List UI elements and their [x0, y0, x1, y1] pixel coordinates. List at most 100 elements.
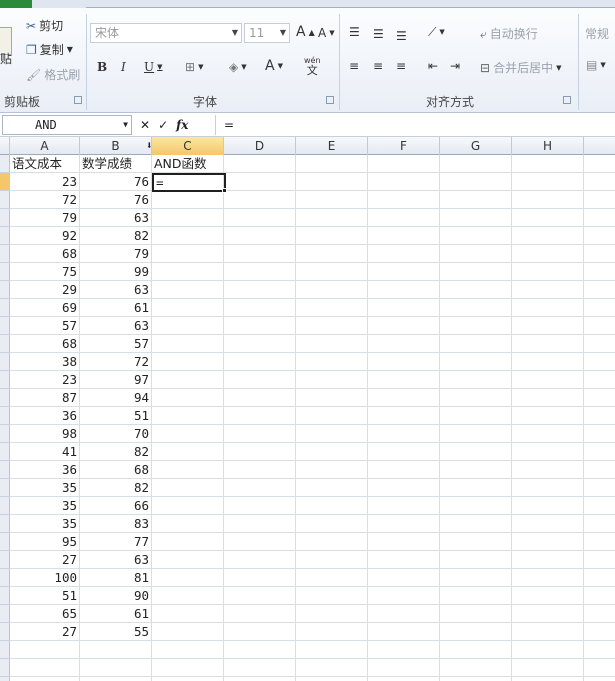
- table-cell[interactable]: 68: [10, 245, 79, 263]
- table-cell[interactable]: 72: [10, 191, 79, 209]
- table-cell[interactable]: 61: [80, 299, 151, 317]
- copy-button[interactable]: ❐ 复制 ▼: [26, 41, 73, 58]
- align-top-button[interactable]: ☰: [349, 25, 360, 39]
- wrap-text-button[interactable]: ⤶ 自动换行: [480, 25, 538, 42]
- table-cell[interactable]: 95: [10, 533, 79, 551]
- align-center-button[interactable]: ≡: [373, 59, 383, 73]
- file-tab[interactable]: [0, 0, 32, 8]
- table-cell[interactable]: 70: [80, 425, 151, 443]
- table-cell[interactable]: 27: [10, 623, 79, 641]
- table-cell[interactable]: 79: [80, 245, 151, 263]
- column-header-c[interactable]: C: [152, 137, 224, 155]
- table-cell[interactable]: 63: [80, 281, 151, 299]
- table-cell[interactable]: 82: [80, 227, 151, 245]
- table-cell[interactable]: 23: [10, 371, 79, 389]
- underline-button[interactable]: U ▼: [144, 60, 163, 74]
- select-all-corner[interactable]: [0, 137, 10, 155]
- cut-button[interactable]: ✂ 剪切: [26, 17, 63, 34]
- number-format-combo[interactable]: 常规: [585, 25, 609, 42]
- table-cell[interactable]: 99: [80, 263, 151, 281]
- table-cell[interactable]: 75: [10, 263, 79, 281]
- table-cell[interactable]: 69: [10, 299, 79, 317]
- format-painter-button[interactable]: 🖌 格式刷: [26, 66, 80, 83]
- table-cell[interactable]: 38: [10, 353, 79, 371]
- column-header-g[interactable]: G: [440, 137, 512, 155]
- table-cell[interactable]: 63: [80, 209, 151, 227]
- selected-row-header[interactable]: [0, 173, 10, 191]
- shrink-font-button[interactable]: A ▼: [318, 26, 335, 40]
- cell-header-b[interactable]: 数学成绩: [80, 155, 152, 173]
- table-cell[interactable]: 63: [80, 551, 151, 569]
- align-left-button[interactable]: ≡: [349, 59, 359, 73]
- table-cell[interactable]: 27: [10, 551, 79, 569]
- table-cell[interactable]: 35: [10, 515, 79, 533]
- column-header-f[interactable]: F: [368, 137, 440, 155]
- orientation-button[interactable]: ⟋ ▼: [428, 25, 445, 39]
- align-bottom-button[interactable]: ☰: [396, 29, 407, 43]
- table-cell[interactable]: 61: [80, 605, 151, 623]
- table-cell[interactable]: 29: [10, 281, 79, 299]
- active-cell-border[interactable]: =: [152, 173, 226, 192]
- table-cell[interactable]: 51: [80, 407, 151, 425]
- insert-function-icon[interactable]: fx: [176, 118, 188, 132]
- currency-button[interactable]: ▤ ▼: [586, 58, 606, 72]
- cancel-icon[interactable]: ✕: [140, 118, 150, 132]
- table-cell[interactable]: 57: [80, 335, 151, 353]
- enter-check-icon[interactable]: ✓: [158, 118, 168, 132]
- table-cell[interactable]: 76: [80, 191, 151, 209]
- table-cell[interactable]: 36: [10, 461, 79, 479]
- align-middle-button[interactable]: ☰: [373, 27, 384, 41]
- worksheet-grid[interactable]: ABCDEFGH 语文成本 数学成绩 AND函数 23 76 72 76 79 63 92 82 68…: [0, 137, 615, 681]
- border-button[interactable]: ⊞ ▼: [185, 60, 203, 74]
- table-cell[interactable]: 83: [80, 515, 151, 533]
- italic-button[interactable]: I: [121, 60, 126, 74]
- table-cell[interactable]: 97: [80, 371, 151, 389]
- table-cell[interactable]: 98: [10, 425, 79, 443]
- decrease-indent-button[interactable]: ⇤: [428, 59, 438, 73]
- table-cell[interactable]: 35: [10, 497, 79, 515]
- phonetic-button[interactable]: wén 文: [304, 56, 321, 76]
- table-cell[interactable]: 55: [80, 623, 151, 641]
- table-cell[interactable]: 72: [80, 353, 151, 371]
- active-cell-value[interactable]: =: [154, 174, 166, 192]
- table-cell[interactable]: 82: [80, 479, 151, 497]
- cell-header-a[interactable]: 语文成本: [10, 155, 82, 173]
- column-header-b[interactable]: B: [80, 137, 152, 155]
- table-cell[interactable]: 82: [80, 443, 151, 461]
- fill-handle[interactable]: [222, 188, 227, 193]
- table-cell[interactable]: 68: [10, 335, 79, 353]
- formula-input[interactable]: =: [215, 115, 615, 135]
- table-cell[interactable]: 36: [10, 407, 79, 425]
- alignment-launcher[interactable]: [563, 96, 571, 104]
- table-cell[interactable]: 35: [10, 479, 79, 497]
- clipboard-launcher[interactable]: [74, 96, 82, 104]
- bold-button[interactable]: B: [97, 60, 107, 74]
- table-cell[interactable]: 77: [80, 533, 151, 551]
- cell-header-c[interactable]: AND函数: [152, 155, 226, 173]
- column-header-a[interactable]: A: [10, 137, 80, 155]
- font-size-combo[interactable]: 11 ▼: [244, 23, 290, 43]
- increase-indent-button[interactable]: ⇥: [450, 59, 460, 73]
- column-header-e[interactable]: E: [296, 137, 368, 155]
- merge-center-button[interactable]: ⊟ 合并后居中 ▼: [480, 59, 561, 76]
- column-header-d[interactable]: D: [224, 137, 296, 155]
- table-cell[interactable]: 51: [10, 587, 79, 605]
- font-launcher[interactable]: [326, 96, 334, 104]
- table-cell[interactable]: 90: [80, 587, 151, 605]
- table-cell[interactable]: 81: [80, 569, 151, 587]
- font-name-combo[interactable]: 宋体 ▼: [90, 23, 242, 43]
- table-cell[interactable]: 76: [80, 173, 151, 191]
- name-box[interactable]: AND ▼: [2, 115, 132, 135]
- table-cell[interactable]: 68: [80, 461, 151, 479]
- table-cell[interactable]: 92: [10, 227, 79, 245]
- table-cell[interactable]: 23: [10, 173, 79, 191]
- grow-font-button[interactable]: A ▲: [296, 24, 315, 40]
- table-cell[interactable]: 79: [10, 209, 79, 227]
- fill-color-button[interactable]: ◈ ▼: [229, 60, 247, 74]
- table-cell[interactable]: 57: [10, 317, 79, 335]
- table-cell[interactable]: 94: [80, 389, 151, 407]
- table-cell[interactable]: 66: [80, 497, 151, 515]
- table-cell[interactable]: 41: [10, 443, 79, 461]
- table-cell[interactable]: 100: [10, 569, 79, 587]
- table-cell[interactable]: 65: [10, 605, 79, 623]
